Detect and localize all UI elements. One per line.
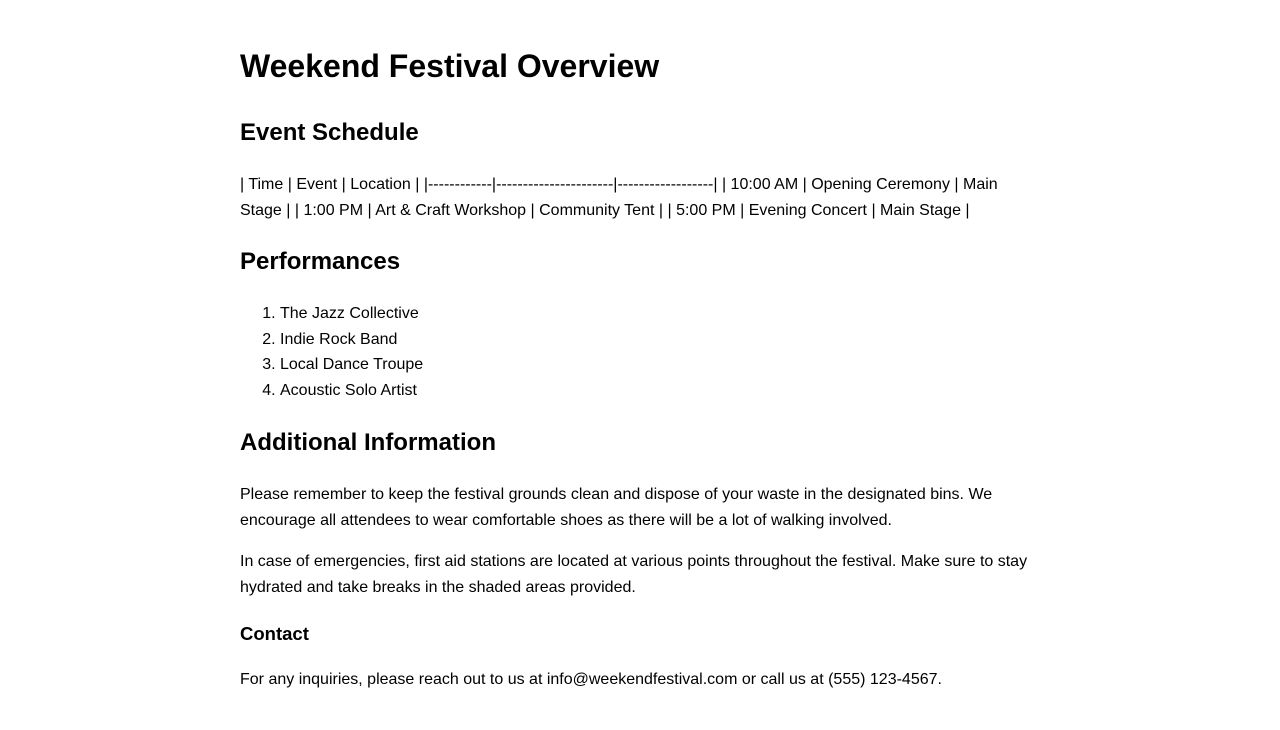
- additional-info-paragraph: In case of emergencies, first aid statio…: [240, 553, 1028, 596]
- performances-list: The Jazz Collective Indie Rock Band Loca…: [240, 301, 1040, 403]
- section-heading-event-schedule: Event Schedule: [240, 119, 419, 146]
- list-item: Local Dance Troupe: [280, 352, 1040, 378]
- list-item: Acoustic Solo Artist: [280, 378, 1040, 404]
- list-item: Indie Rock Band: [280, 327, 1040, 353]
- section-heading-additional-information: Additional Information: [240, 429, 496, 456]
- page-title: Weekend Festival Overview: [240, 48, 660, 84]
- section-heading-performances: Performances: [240, 248, 401, 275]
- contact-text: For any inquiries, please reach out to u…: [240, 671, 942, 688]
- list-item: The Jazz Collective: [280, 301, 1040, 327]
- additional-info-paragraph: Please remember to keep the festival gro…: [240, 486, 993, 529]
- section-heading-contact: Contact: [240, 623, 309, 644]
- event-schedule-text: | Time | Event | Location | |-----------…: [240, 176, 998, 219]
